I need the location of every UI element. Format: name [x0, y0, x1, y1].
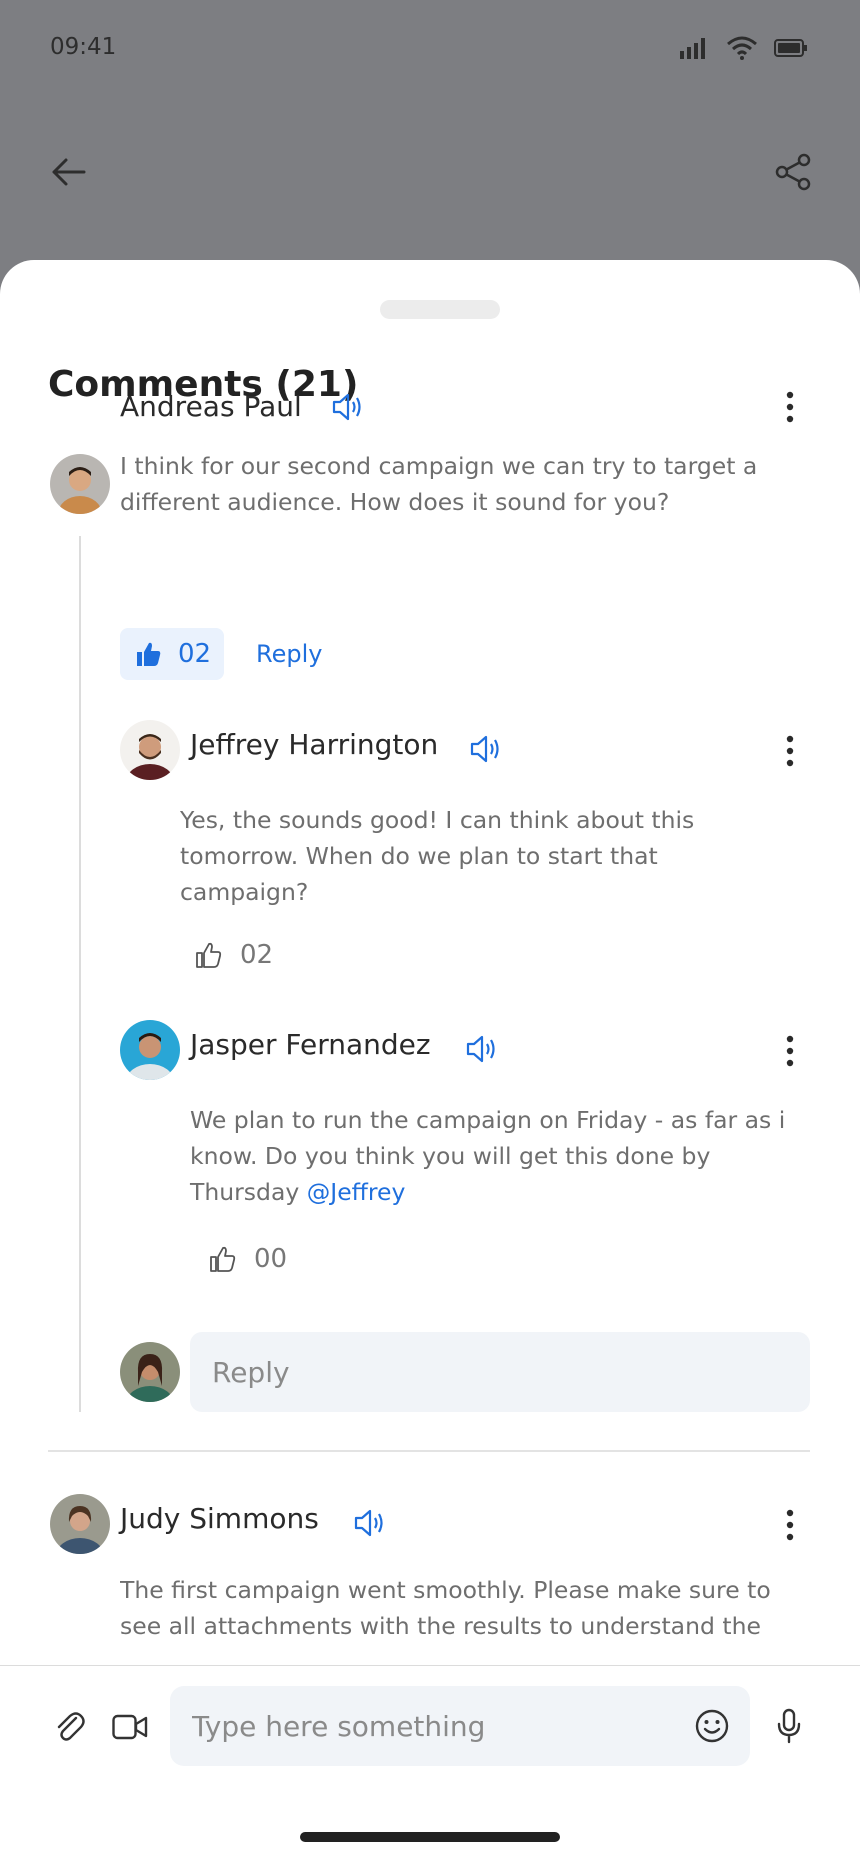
- header: [0, 130, 860, 210]
- wifi-icon: [727, 36, 757, 60]
- comment-text: I think for our second campaign we can t…: [120, 452, 758, 516]
- avatar[interactable]: [120, 1020, 180, 1080]
- like-button[interactable]: 02: [194, 940, 273, 970]
- home-indicator: [300, 1832, 560, 1842]
- comments-sheet: Comments (21) Andreas Paul I think for o…: [0, 260, 860, 1864]
- current-user-avatar: [120, 1342, 180, 1402]
- comment-text: Yes, the sounds good! I can think about …: [180, 806, 695, 906]
- avatar-image: [50, 1494, 110, 1554]
- like-count: 00: [254, 1244, 288, 1274]
- comment-author[interactable]: Judy Simmons: [120, 1502, 319, 1535]
- paperclip-icon[interactable]: [54, 1710, 86, 1744]
- reply-input-container[interactable]: [190, 1332, 810, 1412]
- emoji-icon[interactable]: [694, 1708, 730, 1744]
- avatar[interactable]: [50, 454, 110, 514]
- speaker-icon[interactable]: [352, 1506, 386, 1540]
- mention-link[interactable]: @Jeffrey: [307, 1178, 406, 1206]
- comment-text: The first campaign went smoothly. Please…: [120, 1576, 771, 1640]
- message-field[interactable]: [170, 1686, 750, 1766]
- reply-link[interactable]: Reply: [256, 640, 322, 668]
- speaker-icon[interactable]: [464, 1032, 498, 1066]
- comment-author[interactable]: Jeffrey Harrington: [190, 728, 438, 761]
- speaker-icon[interactable]: [468, 732, 502, 766]
- avatar-image: [120, 1020, 180, 1080]
- thumbs-up-icon: [210, 1246, 236, 1272]
- share-icon[interactable]: [774, 152, 814, 192]
- reply-input[interactable]: [210, 1354, 774, 1390]
- battery-icon: [774, 39, 807, 57]
- avatar-image: [50, 454, 110, 514]
- video-icon[interactable]: [112, 1714, 148, 1740]
- status-icons: [680, 36, 808, 60]
- thumbs-up-icon: [137, 642, 161, 666]
- sheet-grabber[interactable]: [380, 300, 500, 319]
- microphone-icon[interactable]: [776, 1708, 802, 1744]
- avatar-image: [120, 720, 180, 780]
- comment-text: We plan to run the campaign on Friday - …: [190, 1102, 810, 1210]
- like-count: 02: [240, 940, 274, 970]
- message-input[interactable]: [190, 1708, 674, 1744]
- back-arrow-icon[interactable]: [48, 152, 88, 192]
- comment-text-body: We plan to run the campaign on Friday - …: [190, 1106, 786, 1206]
- comment-author[interactable]: Andreas Paul: [120, 390, 302, 423]
- thread-line: [79, 536, 81, 1412]
- comment-author[interactable]: Jasper Fernandez: [190, 1028, 431, 1061]
- more-icon[interactable]: [780, 1508, 800, 1542]
- avatar-image: [120, 1342, 180, 1402]
- like-button[interactable]: 02: [120, 628, 224, 680]
- avatar[interactable]: [50, 1494, 110, 1554]
- more-icon[interactable]: [780, 390, 800, 424]
- like-count: 02: [178, 639, 212, 669]
- speaker-icon[interactable]: [330, 390, 364, 424]
- divider: [48, 1450, 810, 1452]
- avatar[interactable]: [120, 720, 180, 780]
- more-icon[interactable]: [780, 1034, 800, 1068]
- signal-icon: [680, 38, 705, 59]
- like-button[interactable]: 00: [208, 1244, 287, 1274]
- status-time: 09:41: [50, 34, 117, 60]
- thumbs-up-icon: [196, 942, 222, 968]
- more-icon[interactable]: [780, 734, 800, 768]
- status-bar: 09:41: [0, 0, 860, 100]
